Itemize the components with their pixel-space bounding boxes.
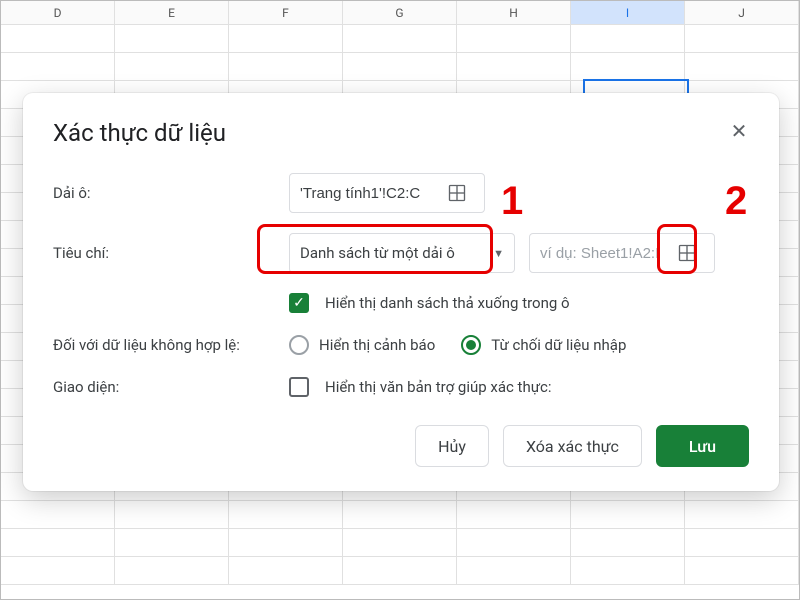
col-header[interactable]: F [229,1,343,24]
chevron-down-icon: ▼ [493,247,504,260]
close-button[interactable]: ✕ [723,115,755,147]
range-field[interactable] [289,173,485,213]
save-button[interactable]: Lưu [656,425,749,467]
col-header[interactable]: D [1,1,115,24]
criteria-dropdown[interactable]: Danh sách từ một dải ô ▼ [289,233,515,273]
radio-option-warn[interactable]: Hiển thị cảnh báo [289,335,435,355]
appearance-row: Giao diện: ✓ Hiển thị văn bản trợ giúp x… [53,377,749,397]
show-dropdown-checkbox[interactable]: ✓ [289,293,309,313]
helptext-checkbox[interactable]: ✓ [289,377,309,397]
col-header[interactable]: J [685,1,799,24]
col-header[interactable]: G [343,1,457,24]
col-header[interactable]: H [457,1,571,24]
dialog-actions: Hủy Xóa xác thực Lưu [53,425,749,467]
cancel-button[interactable]: Hủy [415,425,489,467]
select-criteria-range-button[interactable] [670,243,704,263]
col-header[interactable]: E [115,1,229,24]
criteria-range-input[interactable] [540,245,670,262]
show-dropdown-label: Hiển thị danh sách thả xuống trong ô [325,294,570,312]
check-icon: ✓ [293,295,305,311]
range-input[interactable] [300,185,440,202]
radio-reject-label: Từ chối dữ liệu nhập [491,336,626,354]
remove-validation-button[interactable]: Xóa xác thực [503,425,642,467]
range-row: Dải ô: [53,173,749,213]
column-headers: D E F G H I J [1,1,799,25]
criteria-row: Tiêu chí: Danh sách từ một dải ô ▼ [53,233,749,273]
radio-reject[interactable] [461,335,481,355]
show-dropdown-row: ✓ Hiển thị danh sách thả xuống trong ô [53,293,749,313]
select-range-button[interactable] [440,183,474,203]
close-icon: ✕ [731,119,748,143]
radio-option-reject[interactable]: Từ chối dữ liệu nhập [461,335,626,355]
radio-warn[interactable] [289,335,309,355]
appearance-label: Giao diện: [53,378,289,396]
criteria-range-field[interactable] [529,233,715,273]
check-icon: ✓ [293,379,305,395]
grid-icon [677,243,697,263]
criteria-label: Tiêu chí: [53,244,289,262]
dialog-title: Xác thực dữ liệu [53,119,749,147]
range-label: Dải ô: [53,184,289,202]
invalid-label: Đối với dữ liệu không hợp lệ: [53,336,289,354]
grid-icon [447,183,467,203]
criteria-dropdown-value: Danh sách từ một dải ô [300,244,455,262]
invalid-data-row: Đối với dữ liệu không hợp lệ: Hiển thị c… [53,335,749,355]
col-header-active[interactable]: I [571,1,685,24]
radio-warn-label: Hiển thị cảnh báo [319,336,435,354]
helptext-label: Hiển thị văn bản trợ giúp xác thực: [325,378,552,396]
data-validation-dialog: Xác thực dữ liệu ✕ Dải ô: Tiêu chí: Danh… [23,93,779,491]
